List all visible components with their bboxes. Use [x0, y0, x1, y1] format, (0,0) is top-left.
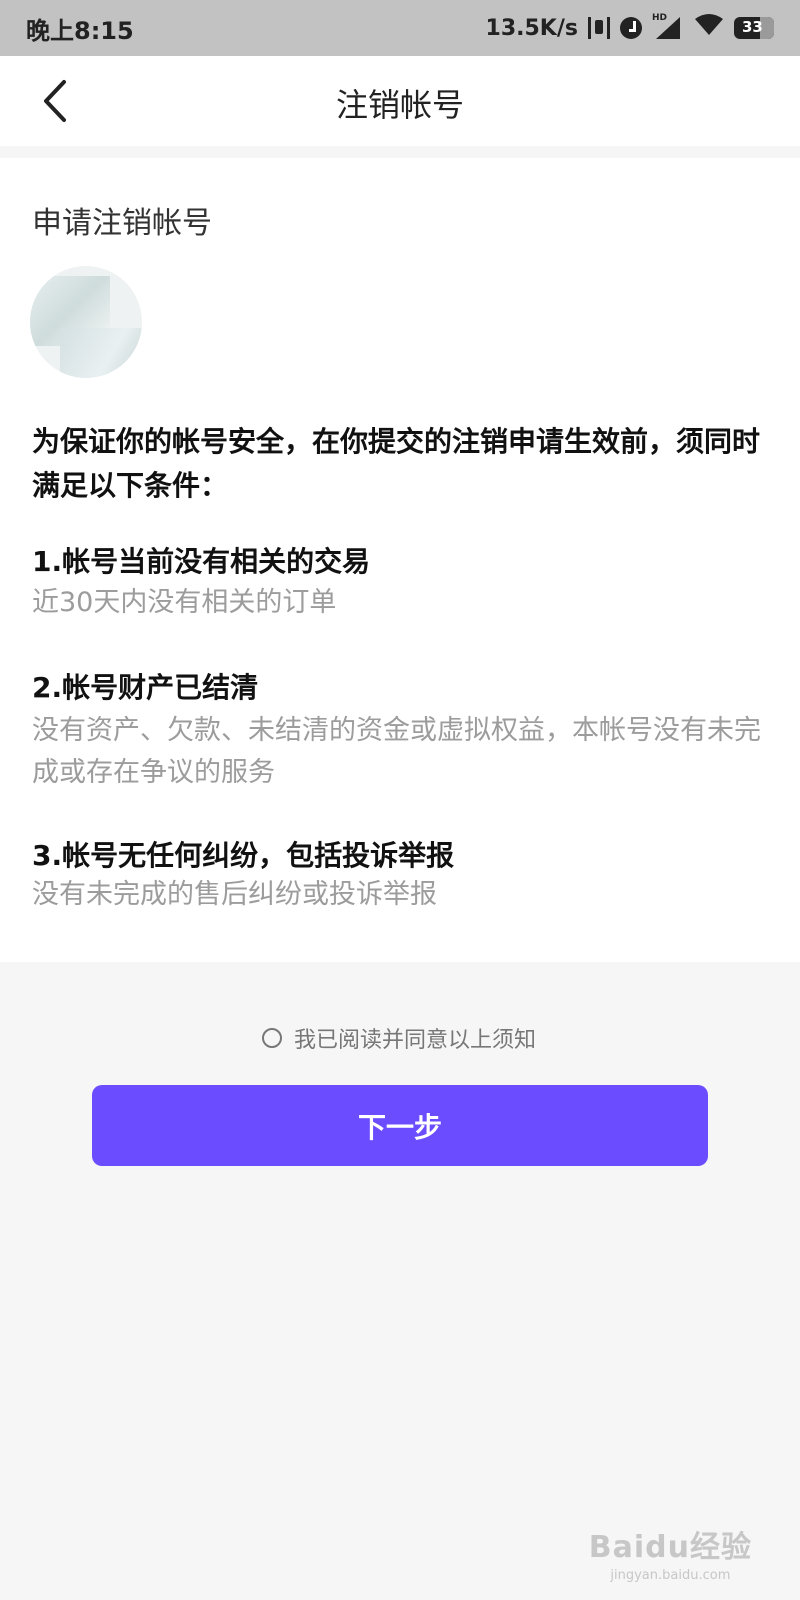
baidu-watermark: Baidu经验 jingyan.baidu.com	[589, 1522, 752, 1583]
status-bar: 晚上8:15 13.5K/s HD 33	[0, 0, 800, 56]
net-speed: 13.5K/s	[485, 15, 578, 41]
wifi-icon	[694, 13, 724, 43]
status-icons: 13.5K/s HD 33	[486, 13, 774, 43]
section-title: 申请注销帐号	[32, 206, 212, 241]
condition-2-desc: 没有资产、欠款、未结清的资金或虚拟权益，本帐号没有未完成或存在争议的服务	[32, 715, 761, 788]
condition-3-desc: 没有未完成的售后纠纷或投诉举报	[32, 879, 437, 910]
conditions-intro: 为保证你的帐号安全，在你提交的注销申请生效前，须同时满足以下条件：	[32, 425, 761, 502]
radio-icon[interactable]	[262, 1028, 282, 1048]
status-time: 晚上8:15	[26, 16, 134, 45]
next-button[interactable]: 下一步	[92, 1085, 708, 1166]
condition-1-desc: 近30天内没有相关的订单	[32, 587, 337, 618]
watermark-logo: Baidu经验	[588, 1530, 752, 1565]
agreement-label: 我已阅读并同意以上须知	[294, 1028, 537, 1053]
avatar	[30, 266, 142, 378]
condition-1-title: 1.帐号当前没有相关的交易	[32, 545, 371, 578]
battery-icon: 33	[734, 17, 774, 39]
watermark-url: jingyan.baidu.com	[610, 1568, 731, 1583]
agreement-checkbox[interactable]: 我已阅读并同意以上须知	[262, 1022, 536, 1054]
content-card: 申请注销帐号 为保证你的帐号安全，在你提交的注销申请生效前，须同时满足以下条件：…	[0, 158, 800, 962]
cell-signal-icon: HD	[652, 13, 684, 41]
alarm-icon	[620, 17, 642, 39]
condition-2-title: 2.帐号财产已结清	[32, 671, 259, 704]
condition-3-title: 3.帐号无任何纠纷，包括投诉举报	[32, 839, 455, 872]
page-title: 注销帐号	[335, 86, 464, 124]
vibrate-icon	[588, 17, 610, 39]
app-bar: 注销帐号	[0, 56, 800, 146]
battery-level: 33	[742, 18, 763, 36]
